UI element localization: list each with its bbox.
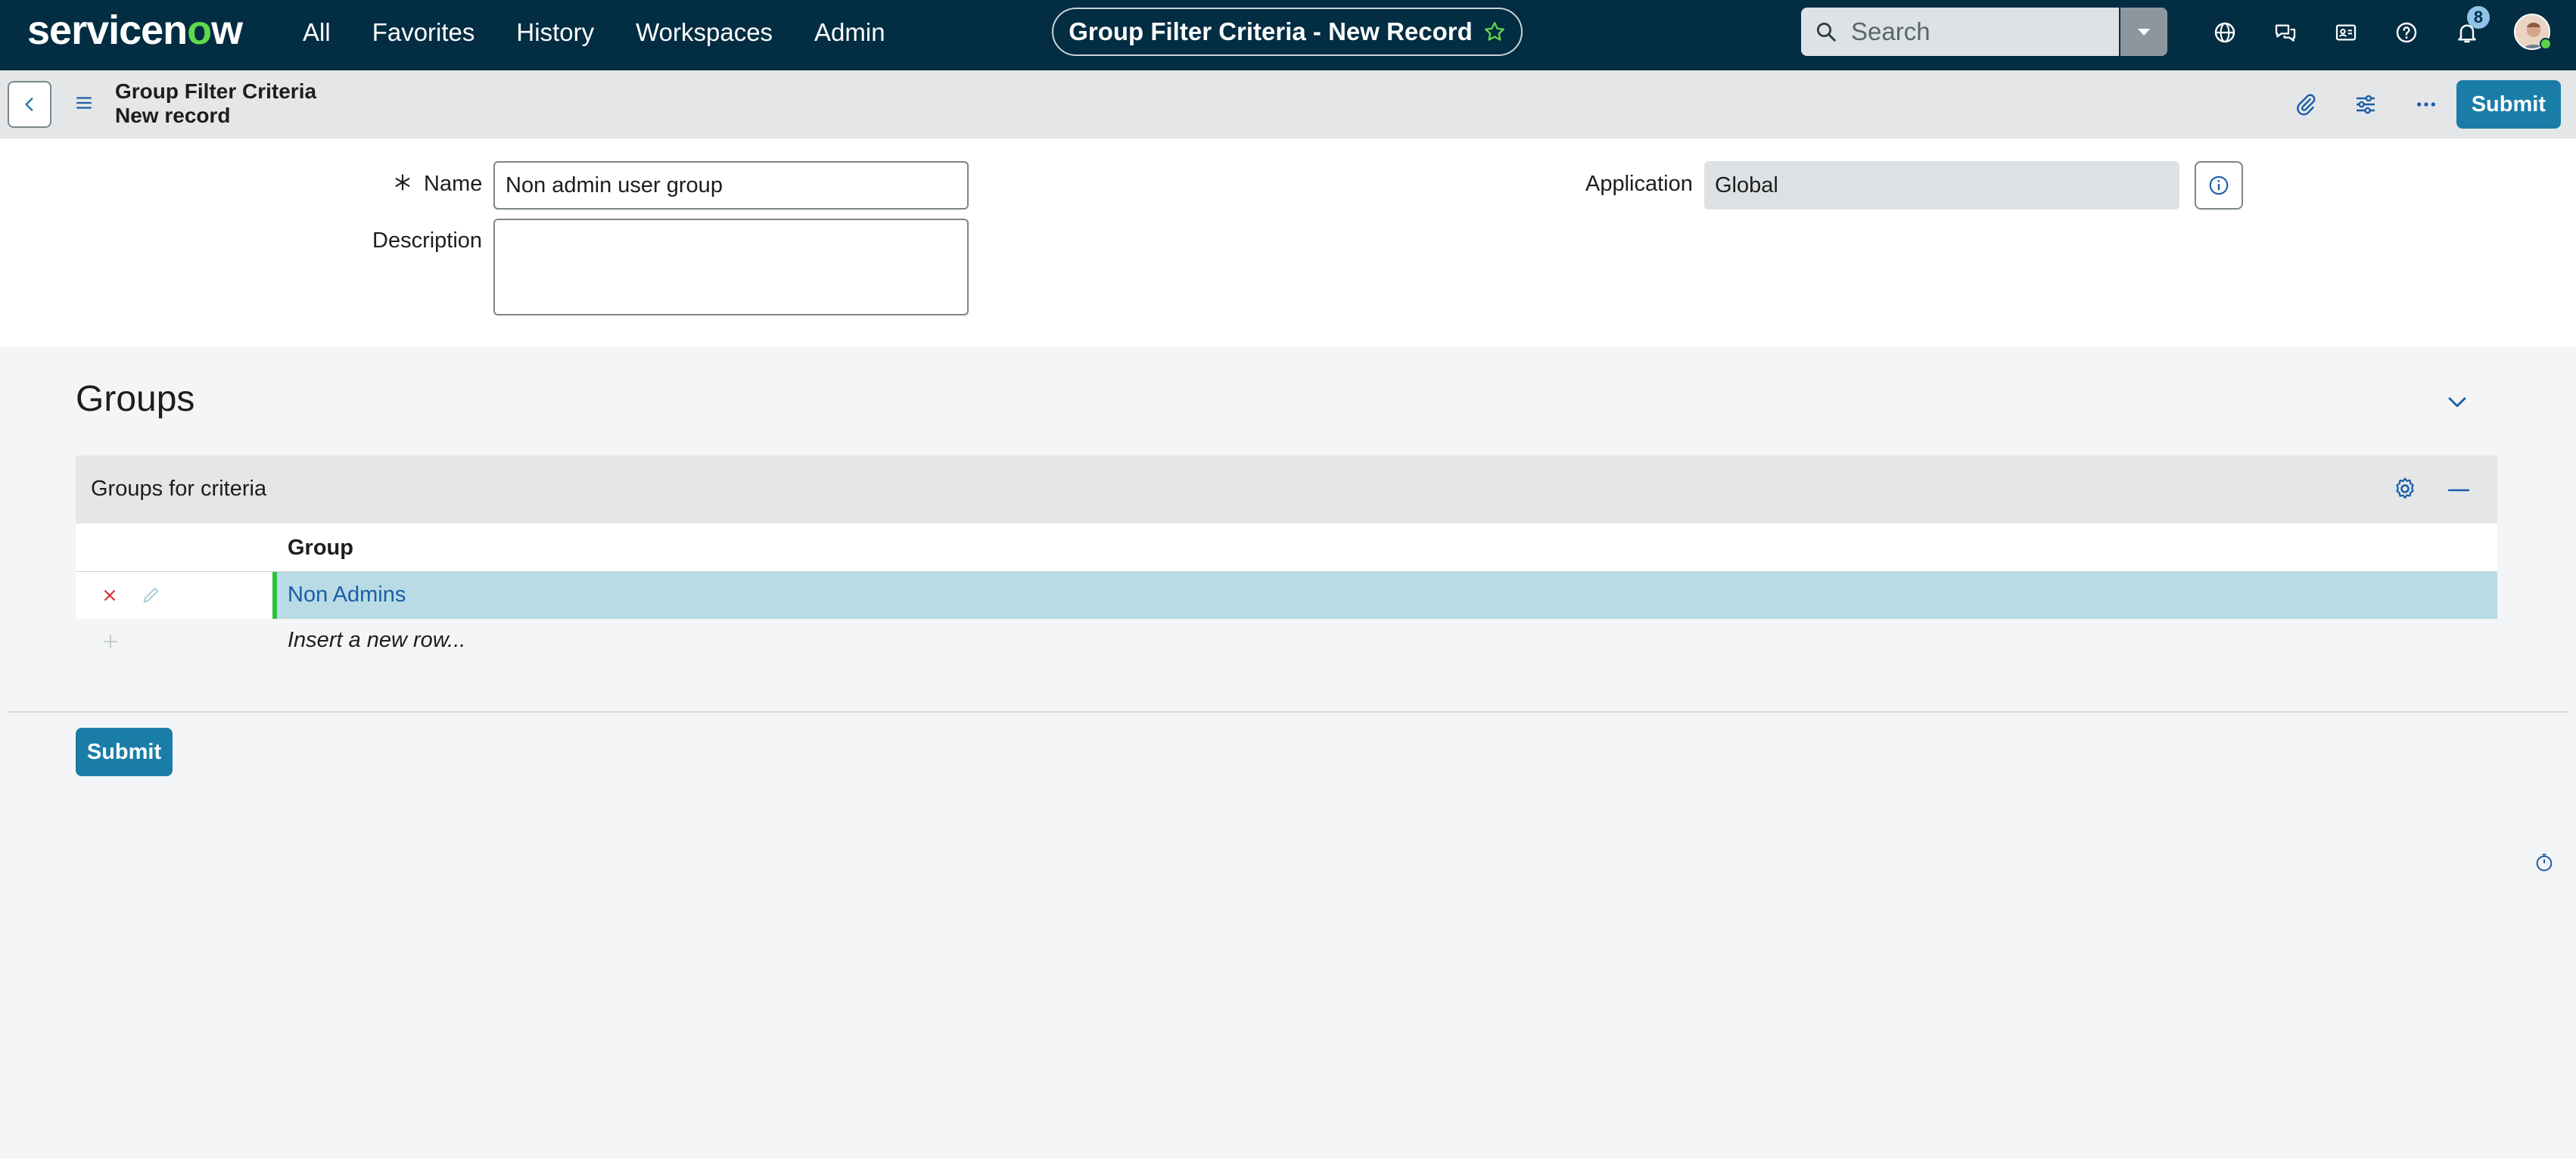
page-title-pill[interactable]: Group Filter Criteria - New Record — [1052, 8, 1523, 56]
description-label: Description — [372, 228, 483, 253]
impersonate-button[interactable] — [2316, 0, 2376, 65]
table-header: Group — [76, 524, 2497, 572]
page-title: Group Filter Criteria - New Record — [1069, 17, 1473, 45]
row-controls — [76, 572, 272, 619]
minimize-list-button[interactable] — [2447, 489, 2470, 492]
form-title-table: Group Filter Criteria — [115, 79, 317, 103]
ellipsis-icon — [2416, 102, 2435, 107]
related-list-header: Groups for criteria — [76, 455, 2497, 524]
form-body: Name Description Application — [0, 138, 2576, 346]
form-divider — [8, 711, 2568, 713]
back-button[interactable] — [8, 81, 51, 128]
application-field — [1704, 161, 2179, 210]
nav-favorites[interactable]: Favorites — [372, 18, 475, 47]
form-title: Group Filter Criteria New record — [115, 79, 316, 128]
close-icon — [104, 589, 116, 601]
personalize-form-button[interactable] — [2335, 70, 2396, 138]
presence-indicator — [2540, 38, 2552, 50]
logo-text-end: w — [211, 8, 243, 53]
collapse-section-button[interactable] — [2444, 389, 2470, 415]
id-card-icon — [2335, 24, 2357, 41]
search-field — [1801, 8, 2119, 56]
search-scope-dropdown[interactable] — [2119, 8, 2167, 56]
related-list-title: Groups for criteria — [91, 477, 267, 501]
chevron-left-icon — [25, 98, 33, 111]
paperclip-icon — [2296, 94, 2316, 116]
description-field[interactable] — [493, 219, 969, 315]
groups-section-title: Groups — [76, 379, 195, 419]
context-menu-button[interactable] — [74, 93, 94, 113]
minus-icon — [2447, 489, 2470, 492]
star-icon[interactable] — [1483, 20, 1506, 43]
servicenow-logo[interactable]: servicenow — [27, 8, 243, 53]
submit-button-bottom[interactable]: Submit — [76, 728, 173, 776]
stopwatch-icon — [2536, 853, 2553, 872]
insert-new-row-link[interactable]: Insert a new row... — [288, 628, 465, 653]
name-label: Name — [424, 172, 483, 196]
submit-button-header[interactable]: Submit — [2456, 80, 2561, 129]
chat-button[interactable] — [2255, 0, 2316, 65]
application-label: Application — [1585, 172, 1693, 196]
group-cell[interactable]: Non Admins — [272, 572, 2497, 619]
language-globe-button[interactable] — [2195, 0, 2255, 65]
delete-row-button[interactable] — [100, 586, 120, 605]
response-timer-button[interactable] — [2534, 852, 2555, 873]
form-title-record: New record — [115, 104, 231, 127]
notifications-button[interactable]: 8 — [2437, 0, 2497, 65]
nav-icon-bar: 8 — [2195, 0, 2497, 65]
logo-text: servicen — [27, 8, 188, 53]
attachment-button[interactable] — [2275, 70, 2335, 138]
sliders-icon — [2356, 95, 2375, 114]
table-row: Non Admins — [76, 572, 2497, 619]
plus-icon — [100, 631, 121, 652]
name-field[interactable] — [493, 161, 969, 210]
nav-all[interactable]: All — [303, 18, 331, 47]
edit-row-button[interactable] — [141, 584, 162, 605]
mandatory-asterisk-icon — [392, 172, 413, 193]
gear-icon — [2396, 477, 2414, 499]
form-header-actions: Submit — [2275, 70, 2561, 138]
application-info-button[interactable] — [2195, 161, 2243, 210]
chat-bubbles-icon — [2275, 24, 2296, 42]
info-icon — [2209, 176, 2229, 195]
form-header: Group Filter Criteria New record Submit — [0, 70, 2576, 138]
help-icon — [2396, 22, 2417, 43]
hamburger-icon — [76, 97, 92, 109]
logo-o: o — [187, 8, 212, 53]
nav-history[interactable]: History — [516, 18, 594, 47]
insert-row: Insert a new row... — [76, 619, 2497, 666]
column-header-group[interactable]: Group — [288, 536, 353, 561]
list-settings-button[interactable] — [2391, 475, 2419, 502]
notification-badge: 8 — [2467, 6, 2490, 29]
nav-workspaces[interactable]: Workspaces — [636, 18, 773, 47]
nav-links: All Favorites History Workspaces Admin — [303, 0, 927, 65]
nav-admin[interactable]: Admin — [814, 18, 885, 47]
pencil-icon — [143, 587, 159, 603]
globe-icon — [2214, 22, 2235, 43]
search-icon — [1815, 20, 1837, 43]
top-nav: servicenow All Favorites History Workspa… — [0, 0, 2576, 70]
more-options-button[interactable] — [2396, 70, 2456, 138]
help-button[interactable] — [2376, 0, 2437, 65]
caret-down-icon — [2138, 29, 2150, 36]
search-input[interactable] — [1850, 17, 2107, 47]
group-cell-value[interactable]: Non Admins — [288, 583, 406, 607]
global-search — [1801, 8, 2167, 56]
chevron-down-icon — [2448, 397, 2466, 408]
